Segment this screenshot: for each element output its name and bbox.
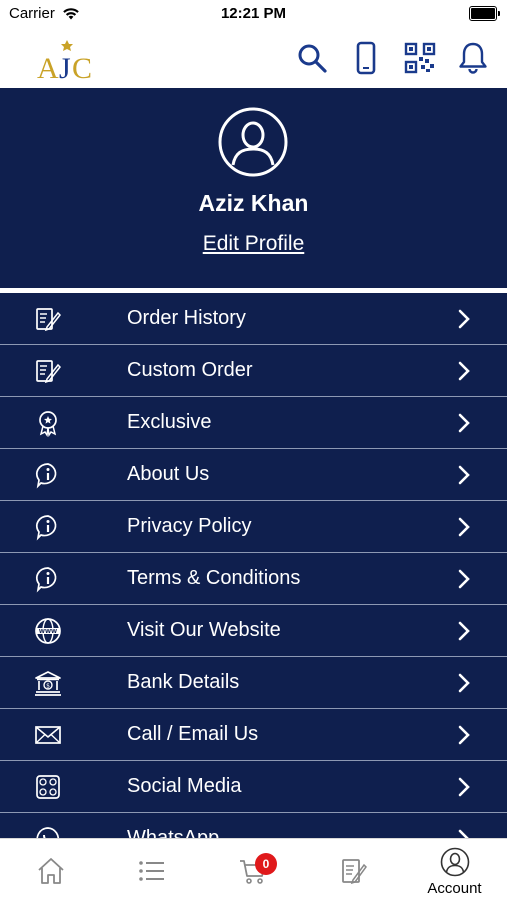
chevron-right-icon <box>458 569 470 589</box>
tab-list[interactable] <box>101 839 202 901</box>
tab-account[interactable]: Account <box>404 839 505 901</box>
avatar-icon <box>218 107 288 177</box>
whatsapp-icon <box>36 827 60 838</box>
chevron-right-icon <box>458 621 470 641</box>
info-icon <box>36 463 57 489</box>
chevron-right-icon <box>458 413 470 433</box>
svg-text:A: A <box>37 52 59 84</box>
globe-icon: WWW <box>35 618 61 644</box>
svg-text:WWW: WWW <box>39 629 57 635</box>
tab-account-label: Account <box>427 880 482 897</box>
menu-item-label: Privacy Policy <box>127 515 252 537</box>
tab-cart[interactable]: 0 <box>202 839 303 901</box>
cart-count-badge: 0 <box>255 853 277 875</box>
ajc-logo[interactable]: A J C <box>34 38 100 84</box>
menu-item-label: Call / Email Us <box>127 723 259 745</box>
list-icon <box>139 861 164 881</box>
menu-item-label: Custom Order <box>127 359 253 381</box>
menu-item-whatsapp[interactable]: WhatsApp <box>0 813 507 838</box>
menu-item-label: Order History <box>127 307 246 329</box>
svg-text:J: J <box>59 52 71 84</box>
order-history-icon <box>36 308 62 332</box>
menu-item-label: Bank Details <box>127 671 240 693</box>
menu-item-privacy-policy[interactable]: Privacy Policy <box>0 501 507 553</box>
menu-item-label: About Us <box>127 463 210 485</box>
orders-icon <box>342 859 367 885</box>
clock: 12:21 PM <box>220 5 287 22</box>
menu-item-about-us[interactable]: About Us <box>0 449 507 501</box>
user-name: Aziz Khan <box>198 190 309 216</box>
bell-icon[interactable] <box>456 41 490 75</box>
info-icon <box>36 567 57 593</box>
tab-orders[interactable] <box>303 839 404 901</box>
social-icon <box>36 775 60 799</box>
menu-item-call-email[interactable]: Call / Email Us <box>0 709 507 761</box>
qr-code-icon[interactable] <box>403 41 437 75</box>
menu-item-custom-order[interactable]: Custom Order <box>0 345 507 397</box>
profile-section: Aziz Khan Edit Profile <box>0 88 507 288</box>
custom-order-icon <box>36 360 62 384</box>
menu-item-label: Exclusive <box>127 411 212 433</box>
menu-item-label: Terms & Conditions <box>127 567 301 589</box>
menu-item-social-media[interactable]: Social Media <box>0 761 507 813</box>
chevron-right-icon <box>458 361 470 381</box>
info-icon <box>36 515 57 541</box>
chevron-right-icon <box>458 777 470 797</box>
chevron-right-icon <box>458 517 470 537</box>
mail-icon <box>35 726 61 744</box>
app-header: A J C <box>0 28 507 88</box>
edit-profile-link[interactable]: Edit Profile <box>0 232 507 256</box>
phone-icon[interactable] <box>349 41 383 75</box>
search-icon[interactable] <box>295 41 329 75</box>
status-bar: Carrier 12:21 PM <box>0 0 507 28</box>
menu-item-label: Social Media <box>127 775 242 797</box>
tab-home[interactable] <box>0 839 101 901</box>
menu-item-terms-conditions[interactable]: Terms & Conditions <box>0 553 507 605</box>
home-icon <box>38 858 64 884</box>
chevron-right-icon <box>458 465 470 485</box>
badge-icon <box>39 411 57 437</box>
menu-item-exclusive[interactable]: Exclusive <box>0 397 507 449</box>
bottom-tab-bar: 0 Account <box>0 838 507 901</box>
battery-icon <box>469 6 500 21</box>
bank-icon: $ <box>35 671 61 696</box>
account-menu: Order History Custom Order Exclusive Abo… <box>0 293 507 838</box>
menu-item-visit-website[interactable]: WWW Visit Our Website <box>0 605 507 657</box>
chevron-right-icon <box>458 309 470 329</box>
chevron-right-icon <box>458 829 469 838</box>
svg-text:$: $ <box>46 683 50 690</box>
menu-item-bank-details[interactable]: $ Bank Details <box>0 657 507 709</box>
chevron-right-icon <box>458 673 470 693</box>
menu-item-order-history[interactable]: Order History <box>0 293 507 345</box>
account-icon <box>440 847 470 877</box>
menu-item-label: Visit Our Website <box>127 619 281 641</box>
svg-text:C: C <box>72 52 92 84</box>
menu-item-label: WhatsApp <box>127 827 220 838</box>
chevron-right-icon <box>458 725 470 745</box>
